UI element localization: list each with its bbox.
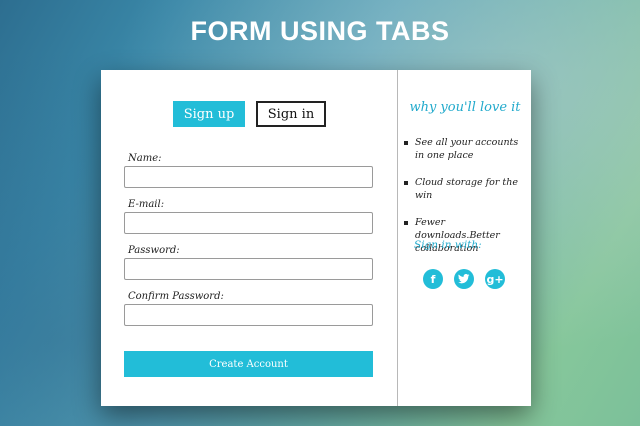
bullet-icon xyxy=(404,141,408,145)
benefit-item: Cloud storage for the win xyxy=(404,176,530,202)
signup-panel: Sign up Sign in Name: E-mail: Password: … xyxy=(101,70,398,406)
benefit-text: Cloud storage for the win xyxy=(415,177,518,201)
password-label: Password: xyxy=(128,245,180,256)
password-input[interactable] xyxy=(124,258,373,280)
signin-with-label: Sign in with: xyxy=(414,239,482,251)
bullet-icon xyxy=(404,181,408,185)
tab-bar: Sign up Sign in xyxy=(173,101,326,127)
tab-signin[interactable]: Sign in xyxy=(256,101,326,127)
google-plus-icon[interactable]: g+ xyxy=(485,269,505,289)
create-account-button[interactable]: Create Account xyxy=(124,351,373,377)
benefit-item: See all your accounts in one place xyxy=(404,136,530,162)
name-input[interactable] xyxy=(124,166,373,188)
why-heading: why you'll love it xyxy=(409,100,521,115)
bullet-icon xyxy=(404,221,408,225)
confirm-password-input[interactable] xyxy=(124,304,373,326)
info-panel: why you'll love it See all your accounts… xyxy=(398,70,531,406)
email-field-group: E-mail: xyxy=(124,199,373,234)
confirm-password-field-group: Confirm Password: xyxy=(124,291,373,326)
benefit-text: See all your accounts in one place xyxy=(415,137,519,161)
email-label: E-mail: xyxy=(128,199,165,210)
email-input[interactable] xyxy=(124,212,373,234)
facebook-icon[interactable]: f xyxy=(423,269,443,289)
tab-signup[interactable]: Sign up xyxy=(173,101,245,127)
form-card: Sign up Sign in Name: E-mail: Password: … xyxy=(101,70,531,406)
page-title: FORM USING TABS xyxy=(190,16,450,46)
password-field-group: Password: xyxy=(124,245,373,280)
twitter-icon[interactable] xyxy=(454,269,474,289)
confirm-password-label: Confirm Password: xyxy=(128,291,224,302)
name-field-group: Name: xyxy=(124,153,373,188)
social-buttons: f g+ xyxy=(423,269,505,289)
name-label: Name: xyxy=(128,153,162,164)
